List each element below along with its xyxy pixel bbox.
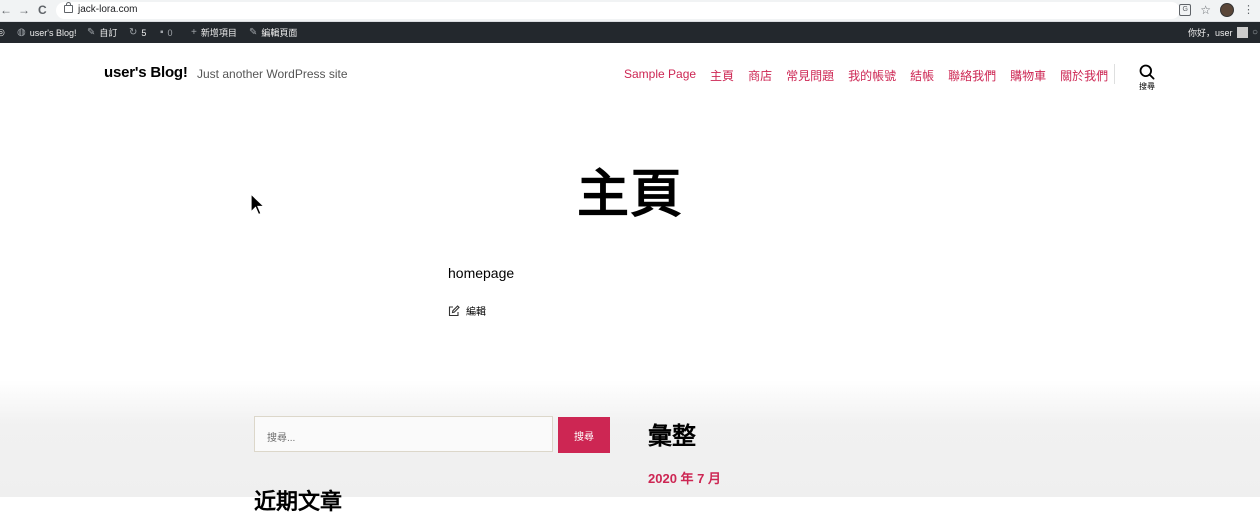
archive-heading: 彙整 [648, 423, 696, 450]
mouse-cursor-icon [250, 193, 266, 216]
paintbrush-icon: ✎ [87, 27, 96, 38]
pencil-icon: ✎ [249, 27, 258, 38]
wp-logo-icon[interactable]: ◎ [0, 22, 5, 43]
page-title: 主頁 [576, 166, 683, 224]
reload-button[interactable]: C [38, 2, 47, 18]
wp-admin-bar: ◎ ◍ user's Blog! ✎ 自訂 ↻ 5 ▪ 0 + 新增項目 ✎ 編… [0, 22, 1260, 43]
menu-item-my-account[interactable]: 我的帳號 [848, 67, 896, 84]
admin-greeting: 你好，user [1188, 28, 1233, 38]
admin-new-item[interactable]: + 新增項目 [191, 22, 237, 43]
site-tagline: Just another WordPress site [197, 67, 348, 81]
edit-icon [448, 304, 460, 316]
footer-search-button[interactable]: 搜尋 [558, 417, 610, 453]
updates-icon: ↻ [129, 27, 138, 38]
profile-avatar[interactable] [1220, 3, 1234, 17]
menu-item-faq[interactable]: 常見問題 [786, 67, 834, 84]
search-toggle-button[interactable]: 搜尋 [1134, 64, 1160, 92]
comment-icon: ▪ [160, 27, 164, 38]
translate-icon[interactable]: G [1179, 4, 1192, 16]
search-icon [1139, 64, 1155, 80]
site-title[interactable]: user's Blog! [104, 64, 188, 81]
recent-posts-heading: 近期文章 [254, 489, 343, 514]
admin-customize-label: 自訂 [99, 28, 118, 38]
admin-customize[interactable]: ✎ 自訂 [87, 22, 117, 43]
admin-my-account[interactable]: 你好，user [1188, 22, 1248, 43]
url-text[interactable]: jack-lora.com [78, 4, 137, 15]
more-menu-icon[interactable]: ⋮ [1243, 4, 1254, 16]
admin-edit-page-label: 編輯頁面 [261, 28, 298, 38]
edit-page-link-label: 編輯 [466, 307, 486, 318]
edit-page-link[interactable]: 編輯 [448, 303, 486, 318]
admin-edit-page[interactable]: ✎ 編輯頁面 [249, 22, 297, 43]
nav-divider [1114, 64, 1115, 84]
dashboard-icon: ◍ [17, 27, 26, 38]
menu-item-contact[interactable]: 聯絡我們 [948, 67, 996, 84]
footer-widget-area [0, 380, 1260, 497]
menu-item-sample-page[interactable]: Sample Page [624, 67, 696, 84]
footer-search-input[interactable]: 搜尋... [254, 416, 553, 452]
primary-menu: Sample Page 主頁 商店 常見問題 我的帳號 結帳 聯絡我們 購物車 … [624, 67, 1108, 84]
browser-toolbar: ← → C jack-lora.com G ☆ ⋮ [0, 0, 1260, 22]
menu-item-home[interactable]: 主頁 [710, 67, 734, 84]
admin-comments[interactable]: ▪ 0 [160, 22, 173, 43]
admin-site-name[interactable]: ◍ user's Blog! [17, 22, 76, 43]
forward-button[interactable]: → [18, 2, 30, 18]
menu-item-about[interactable]: 關於我們 [1060, 67, 1108, 84]
admin-comments-count: 0 [167, 27, 173, 38]
admin-updates-count: 5 [141, 27, 147, 38]
admin-search-icon[interactable]: ○ [1252, 22, 1258, 43]
search-toggle-label: 搜尋 [1139, 82, 1155, 91]
archive-month-link[interactable]: 2020 年 7 月 [648, 468, 721, 487]
address-bar[interactable]: jack-lora.com [56, 2, 1180, 19]
menu-item-checkout[interactable]: 結帳 [910, 67, 934, 84]
back-button[interactable]: ← [0, 2, 12, 18]
bookmark-star-icon[interactable]: ☆ [1200, 4, 1211, 16]
user-avatar [1236, 27, 1248, 38]
page-body-text: homepage [448, 265, 515, 281]
menu-item-cart[interactable]: 購物車 [1010, 67, 1046, 84]
search-icon: ○ [1252, 27, 1259, 38]
menu-item-shop[interactable]: 商店 [748, 67, 772, 84]
plus-icon: + [191, 27, 197, 38]
admin-new-item-label: 新增項目 [200, 28, 237, 38]
admin-site-name-label: user's Blog! [29, 27, 77, 38]
admin-updates[interactable]: ↻ 5 [129, 22, 146, 43]
lock-icon [64, 2, 73, 13]
